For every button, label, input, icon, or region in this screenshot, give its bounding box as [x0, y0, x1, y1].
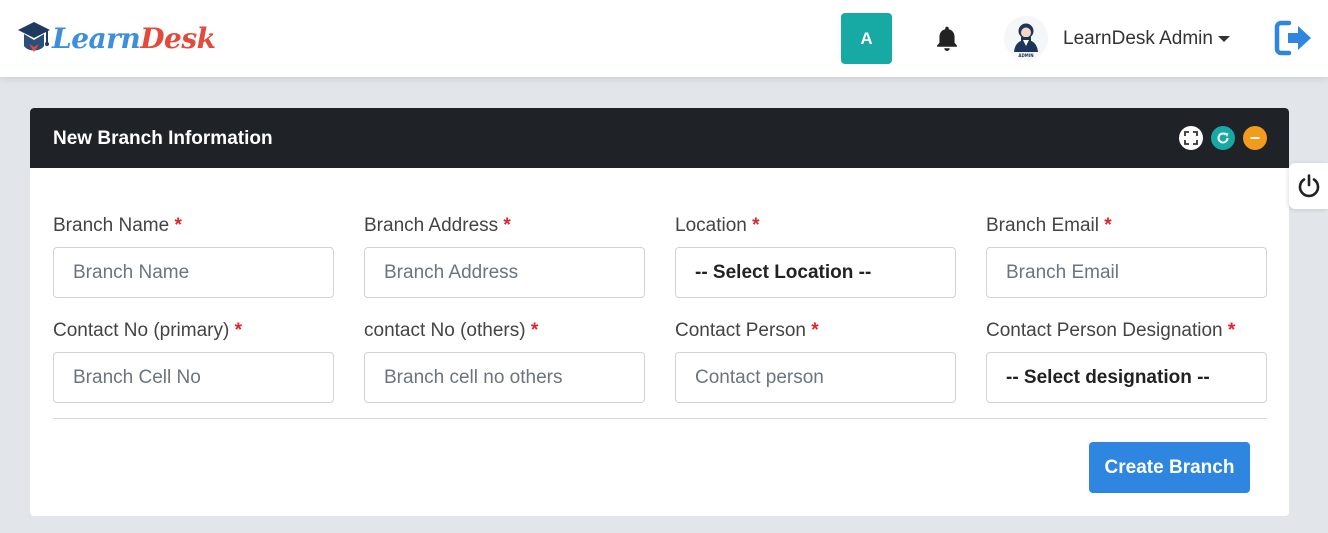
bell-icon[interactable] — [934, 25, 960, 53]
field-label: Location * — [675, 215, 760, 236]
field-label: Contact No (primary) * — [53, 320, 243, 341]
contact-primary-input[interactable]: Branch Cell No — [53, 352, 334, 403]
collapse-icon[interactable] — [1243, 126, 1267, 150]
chevron-down-icon[interactable] — [1218, 36, 1230, 42]
branch-name-input[interactable]: Branch Name — [53, 247, 334, 298]
card-title: New Branch Information — [53, 128, 273, 149]
contact-primary-field: Contact No (primary) * Branch Cell No — [53, 320, 334, 403]
branch-name-field: Branch Name * Branch Name — [53, 215, 334, 298]
user-initial-avatar[interactable]: A — [841, 13, 892, 64]
designation-field: Contact Person Designation * -- Select d… — [986, 320, 1267, 403]
contact-person-field: Contact Person * Contact person — [675, 320, 956, 403]
location-select[interactable]: -- Select Location -- — [675, 247, 956, 298]
branch-address-field: Branch Address * Branch Address — [364, 215, 645, 298]
branch-email-input[interactable]: Branch Email — [986, 247, 1267, 298]
svg-text:ADMIN: ADMIN — [1018, 53, 1033, 58]
form-divider — [53, 418, 1267, 419]
graduation-cap-icon — [18, 22, 50, 52]
top-navbar: LearnDesk A ADMIN LearnDesk Admin — [0, 0, 1328, 77]
field-label: Branch Email * — [986, 215, 1112, 236]
learndesk-logo[interactable]: LearnDesk — [16, 16, 216, 62]
expand-icon[interactable] — [1179, 126, 1203, 150]
new-branch-card: New Branch Information Branch Name * Bra… — [30, 108, 1289, 516]
side-power-tab[interactable] — [1289, 163, 1328, 209]
refresh-icon[interactable] — [1211, 126, 1235, 150]
contact-others-field: contact No (others) * Branch cell no oth… — [364, 320, 645, 403]
field-label: Contact Person * — [675, 320, 819, 341]
contact-person-input[interactable]: Contact person — [675, 352, 956, 403]
field-label: Branch Name * — [53, 215, 182, 236]
contact-others-input[interactable]: Branch cell no others — [364, 352, 645, 403]
create-branch-button[interactable]: Create Branch — [1089, 442, 1250, 493]
sign-out-icon[interactable] — [1274, 20, 1314, 56]
card-header: New Branch Information — [30, 108, 1289, 168]
branch-email-field: Branch Email * Branch Email — [986, 215, 1267, 298]
field-label: Contact Person Designation * — [986, 320, 1236, 341]
branch-address-input[interactable]: Branch Address — [364, 247, 645, 298]
field-label: contact No (others) * — [364, 320, 539, 341]
power-icon — [1298, 174, 1319, 198]
location-field: Location * -- Select Location -- — [675, 215, 956, 298]
designation-select[interactable]: -- Select designation -- — [986, 352, 1267, 403]
user-name[interactable]: LearnDesk Admin — [1063, 28, 1213, 50]
admin-avatar-icon: ADMIN — [1004, 16, 1048, 60]
user-avatar[interactable]: ADMIN — [1004, 16, 1048, 60]
logo-wordmark: LearnDesk — [52, 22, 216, 55]
field-label: Branch Address * — [364, 215, 511, 236]
